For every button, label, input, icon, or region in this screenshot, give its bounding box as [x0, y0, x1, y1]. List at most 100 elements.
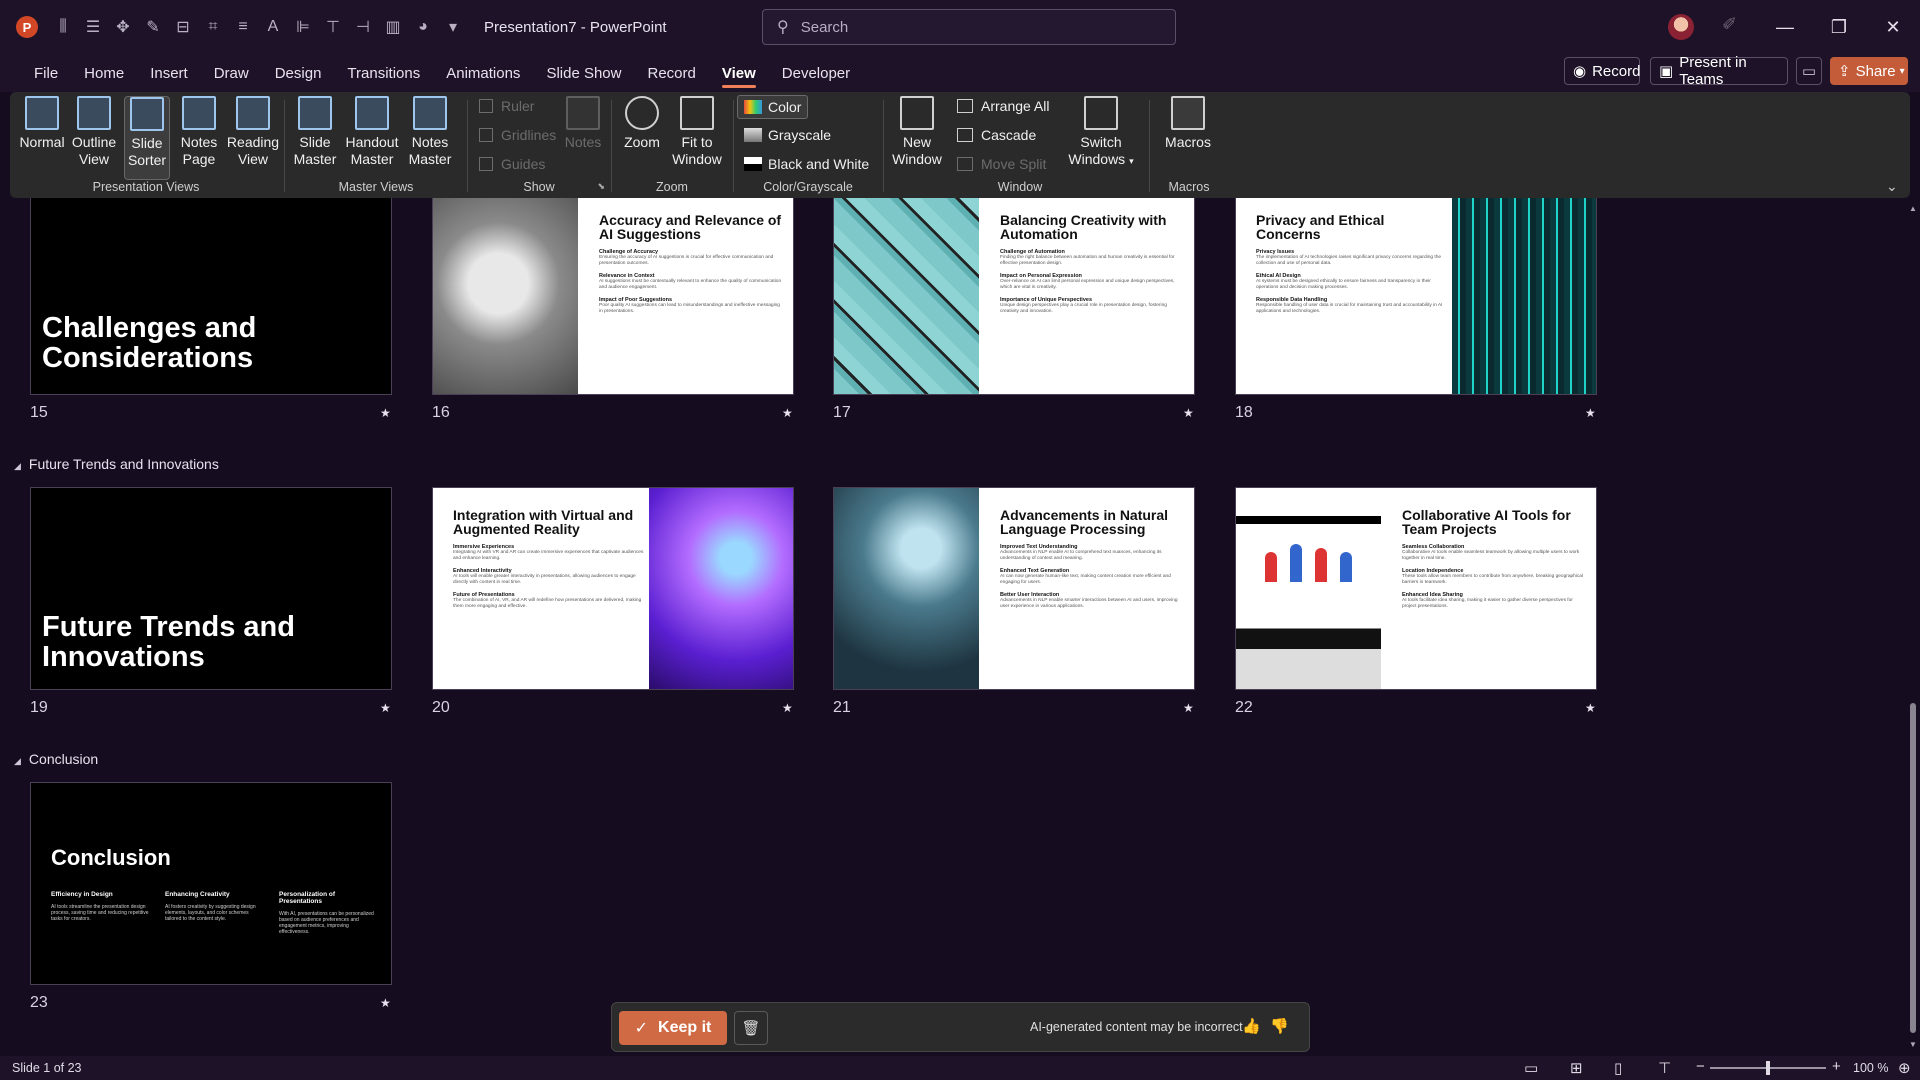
collapse-ribbon-icon[interactable]: ⌄: [1886, 178, 1898, 195]
zoom-label: Zoom: [624, 134, 660, 150]
tab-developer[interactable]: Developer: [769, 54, 863, 92]
scroll-up-icon[interactable]: ▲: [1909, 204, 1917, 213]
scroll-down-icon[interactable]: ▼: [1909, 1040, 1917, 1049]
slide-thumbnail-19[interactable]: Future Trends and Innovations: [30, 487, 392, 690]
group-label: Presentation Views: [92, 180, 200, 194]
move-split-button[interactable]: Move Split: [957, 156, 1046, 172]
zoom-button[interactable]: Zoom: [617, 96, 667, 151]
align-top-icon[interactable]: ⊤: [320, 14, 346, 40]
normal-view-label: Normal: [19, 134, 65, 150]
slide-sorter-status-icon[interactable]: ⊞: [1570, 1059, 1583, 1077]
outline-view-button[interactable]: Outline View: [70, 96, 118, 168]
fit-to-window-button[interactable]: Fit to Window: [669, 96, 725, 168]
pen-icon[interactable]: ✎: [140, 14, 166, 40]
slide-title: Challenges and Considerations: [42, 312, 257, 374]
search-box[interactable]: ⚲ Search: [762, 9, 1176, 45]
tab-home[interactable]: Home: [71, 54, 137, 92]
shapes-icon[interactable]: ◕: [410, 14, 436, 40]
team-collaboration-image: [1236, 488, 1381, 689]
record-button[interactable]: ◉ Record: [1564, 57, 1640, 85]
tab-slide-show[interactable]: Slide Show: [533, 54, 634, 92]
thumbs-up-icon[interactable]: 👍: [1242, 1017, 1261, 1035]
tab-transitions[interactable]: Transitions: [334, 54, 433, 92]
discard-button[interactable]: 🗑: [734, 1011, 768, 1045]
zoom-in-icon[interactable]: +: [1832, 1058, 1841, 1075]
normal-view-button[interactable]: Normal: [18, 96, 66, 151]
tab-record[interactable]: Record: [634, 54, 708, 92]
align-icon[interactable]: ⫼: [50, 14, 76, 40]
tab-file[interactable]: File: [21, 54, 71, 92]
slide-thumbnail-17[interactable]: Balancing Creativity with Automation Cha…: [833, 198, 1195, 395]
search-placeholder: Search: [800, 18, 849, 36]
slide-thumbnail-23[interactable]: Conclusion Efficiency in Design AI tools …: [30, 782, 392, 985]
reading-view-button[interactable]: Reading View: [226, 96, 280, 168]
layout-icon[interactable]: ⊟: [170, 14, 196, 40]
scroll-thumb[interactable]: [1910, 703, 1916, 1033]
zoom-level[interactable]: 100 %: [1853, 1061, 1888, 1075]
slide-thumbnail-18[interactable]: Privacy and Ethical Concerns Privacy Iss…: [1235, 198, 1597, 395]
group-label: Macros: [1168, 180, 1210, 194]
cascade-button[interactable]: Cascade: [957, 127, 1036, 143]
grayscale-button[interactable]: Grayscale: [744, 127, 831, 143]
user-avatar[interactable]: [1668, 14, 1694, 40]
gridlines-checkbox[interactable]: Gridlines: [479, 127, 556, 143]
slide-number: 15: [30, 404, 48, 421]
designer-pen-icon[interactable]: ✐: [1722, 14, 1737, 35]
tab-insert[interactable]: Insert: [137, 54, 201, 92]
handout-master-button[interactable]: Handout Master: [344, 96, 400, 168]
chart-icon[interactable]: ▥: [380, 14, 406, 40]
slide-sorter-button[interactable]: Slide Sorter: [124, 96, 170, 180]
new-window-button[interactable]: New Window: [889, 96, 945, 168]
slide-master-button[interactable]: Slide Master: [288, 96, 342, 168]
zoom-out-icon[interactable]: −: [1696, 1058, 1705, 1075]
switch-windows-button[interactable]: Switch Windows ▾: [1065, 96, 1137, 170]
fit-slide-icon[interactable]: ⊕: [1898, 1059, 1911, 1077]
section-header-future[interactable]: Future Trends and Innovations: [14, 456, 219, 472]
slide-text: Advancements in NLP enable AI to compreh…: [1000, 550, 1162, 561]
close-button[interactable]: ✕: [1878, 12, 1908, 42]
thumbs-down-icon[interactable]: 👎: [1270, 1017, 1289, 1035]
section-header-conclusion[interactable]: Conclusion: [14, 751, 98, 767]
slide-number: 18: [1235, 404, 1253, 421]
text-align-icon[interactable]: ≡: [230, 14, 256, 40]
slide-thumbnail-15[interactable]: Challenges and Considerations: [30, 198, 392, 395]
text-icon[interactable]: A: [260, 14, 286, 40]
zoom-slider-thumb[interactable]: [1766, 1061, 1770, 1075]
move-icon[interactable]: ✥: [110, 14, 136, 40]
reading-view-status-icon[interactable]: ▯: [1614, 1059, 1622, 1077]
present-in-teams-button[interactable]: ▣ Present in Teams: [1650, 54, 1788, 88]
slide-content: Balancing Creativity with Automation Cha…: [1000, 213, 1186, 315]
minimize-button[interactable]: —: [1770, 12, 1800, 42]
slideshow-status-icon[interactable]: ⊤: [1658, 1059, 1671, 1077]
black-and-white-button[interactable]: Black and White: [744, 156, 869, 172]
keep-it-button[interactable]: ✓ Keep it: [619, 1011, 727, 1045]
align-left-icon[interactable]: ⊫: [290, 14, 316, 40]
customize-toolbar-icon[interactable]: ▾: [440, 14, 466, 40]
crop-icon[interactable]: ⌗: [200, 14, 226, 40]
color-button[interactable]: Color: [737, 95, 809, 119]
normal-view-status-icon[interactable]: ▭: [1524, 1059, 1538, 1077]
restore-button[interactable]: ❐: [1824, 12, 1854, 42]
arrange-all-button[interactable]: Arrange All: [957, 98, 1049, 114]
notes-master-button[interactable]: Notes Master: [402, 96, 458, 168]
align-right-icon[interactable]: ⊣: [350, 14, 376, 40]
tab-draw[interactable]: Draw: [201, 54, 262, 92]
teams-icon: ▣: [1659, 63, 1674, 80]
macros-button[interactable]: Macros: [1155, 96, 1221, 151]
notes-page-button[interactable]: Notes Page: [176, 96, 222, 168]
tab-animations[interactable]: Animations: [433, 54, 533, 92]
comments-button[interactable]: ▭: [1796, 57, 1822, 85]
slide-thumbnail-22[interactable]: Collaborative AI Tools for Team Projects…: [1235, 487, 1597, 690]
share-button[interactable]: ⇪ Share ▾: [1830, 57, 1908, 85]
notes-button[interactable]: Notes: [563, 96, 603, 151]
slide-thumbnail-20[interactable]: Integration with Virtual and Augmented R…: [432, 487, 794, 690]
tab-design[interactable]: Design: [262, 54, 335, 92]
guides-checkbox[interactable]: Guides: [479, 156, 545, 172]
dialog-launcher-icon[interactable]: ⬊: [597, 181, 605, 192]
slide-thumbnail-21[interactable]: Advancements in Natural Language Process…: [833, 487, 1195, 690]
vertical-scrollbar[interactable]: ▲ ▼: [1906, 198, 1920, 1056]
distribute-icon[interactable]: ☰: [80, 14, 106, 40]
slide-thumbnail-16[interactable]: Accuracy and Relevance of AI Suggestions…: [432, 198, 794, 395]
tab-view[interactable]: View: [709, 54, 769, 92]
ruler-checkbox[interactable]: Ruler: [479, 98, 534, 114]
